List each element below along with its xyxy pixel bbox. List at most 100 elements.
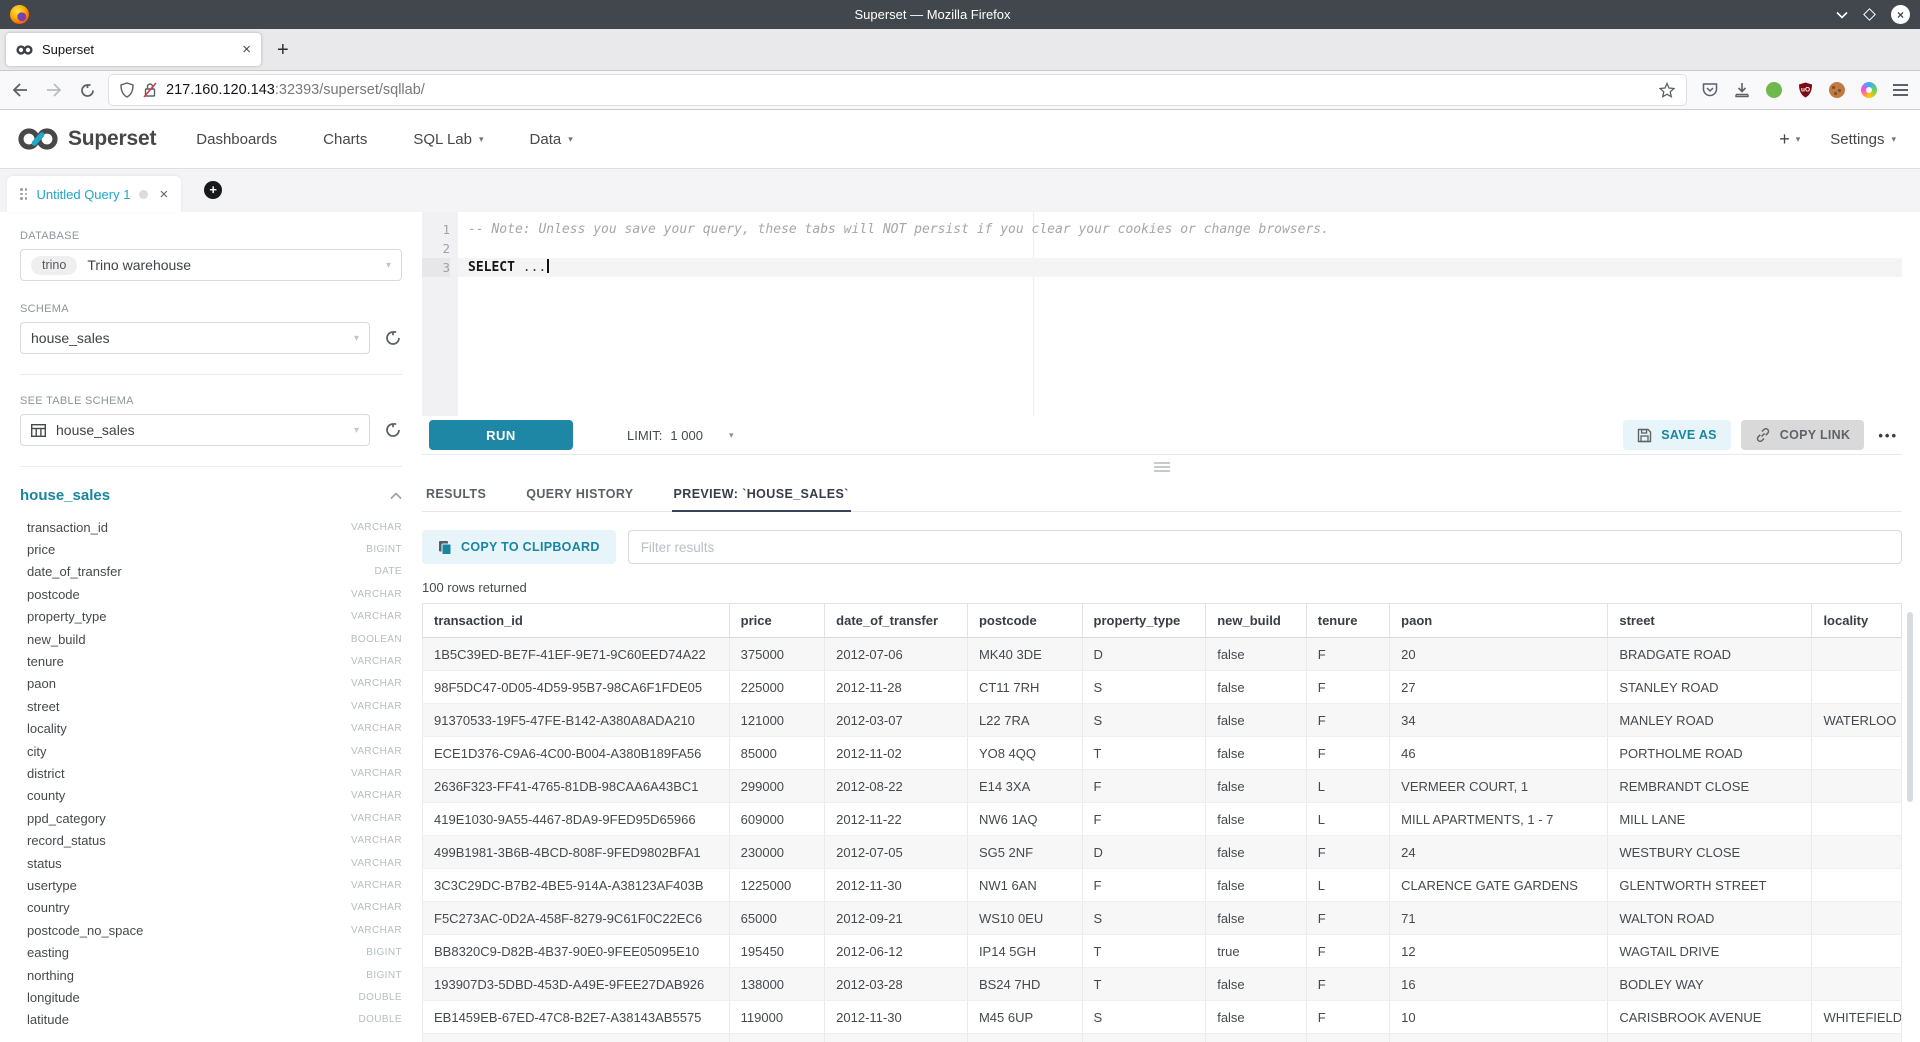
browser-tab-close-icon[interactable]: × — [242, 42, 251, 57]
query-tab[interactable]: Untitled Query 1 × — [7, 176, 181, 212]
save-as-button[interactable]: SAVE AS — [1623, 420, 1731, 450]
table-cell: 1B5C39ED-BE7F-41EF-9E71-9C60EED74A22 — [423, 638, 730, 671]
url-text[interactable]: 217.160.120.143:32393/superset/sqllab/ — [166, 82, 1650, 98]
window-close-button[interactable]: × — [1891, 5, 1910, 24]
tab-preview-house-sales[interactable]: PREVIEW: `HOUSE_SALES` — [672, 479, 851, 511]
superset-logo[interactable]: Superset — [16, 126, 156, 152]
table-cell: WESTBURY CLOSE — [1608, 836, 1812, 869]
forward-button[interactable] — [46, 83, 62, 97]
table-cell: 2012-07-05 — [825, 836, 968, 869]
schema-select[interactable]: house_sales ▾ — [20, 322, 370, 354]
nav-item-charts[interactable]: Charts — [323, 131, 367, 148]
drag-handle-icon[interactable] — [20, 188, 28, 200]
more-actions-button[interactable]: ••• — [1874, 428, 1902, 443]
schema-column-row: localityVARCHAR — [20, 718, 402, 740]
superset-favicon-icon — [16, 44, 33, 56]
url-bar[interactable]: 217.160.120.143:32393/superset/sqllab/ — [109, 75, 1686, 105]
table-schema-title[interactable]: house_sales — [20, 487, 110, 504]
column-type: VARCHAR — [351, 880, 402, 891]
line-number: 2 — [422, 239, 450, 258]
table-cell: EB1459EB-67ED-47C8-B2E7-A38143AB5575 — [423, 1001, 730, 1034]
column-header-street[interactable]: street — [1608, 604, 1812, 638]
table-cell: F — [1082, 770, 1206, 803]
nav-item-sql-lab[interactable]: SQL Lab▾ — [413, 131, 483, 148]
new-browser-tab-button[interactable]: + — [277, 40, 289, 60]
column-header-price[interactable]: price — [729, 604, 825, 638]
schema-label: SCHEMA — [20, 303, 402, 315]
menu-icon[interactable] — [1893, 84, 1908, 96]
table-cell: MILL LANE — [1608, 803, 1812, 836]
collapse-chevron-icon[interactable] — [390, 492, 402, 500]
nav-item-label: Dashboards — [196, 131, 277, 148]
filter-results-input[interactable] — [628, 530, 1902, 564]
refresh-table-icon[interactable] — [384, 421, 402, 439]
column-name: new_build — [27, 632, 86, 647]
table-cell: false — [1206, 836, 1307, 869]
refresh-schema-icon[interactable] — [384, 329, 402, 347]
column-header-date-of-transfer[interactable]: date_of_transfer — [825, 604, 968, 638]
nav-item-dashboards[interactable]: Dashboards — [196, 131, 277, 148]
downloads-icon[interactable] — [1734, 82, 1750, 98]
pane-resize-handle[interactable] — [422, 455, 1902, 479]
shield-icon[interactable] — [120, 82, 134, 98]
column-header-new-build[interactable]: new_build — [1206, 604, 1307, 638]
bookmark-star-icon[interactable] — [1659, 82, 1675, 98]
column-header-transaction-id[interactable]: transaction_id — [423, 604, 730, 638]
caret-down-icon: ▾ — [479, 134, 484, 145]
column-header-property-type[interactable]: property_type — [1082, 604, 1206, 638]
table-cell: 3C3C29DC-B7B2-4BE5-914A-A38123AF403B — [423, 869, 730, 902]
tab-query-history[interactable]: QUERY HISTORY — [524, 479, 635, 511]
database-select[interactable]: trino Trino warehouse ▾ — [20, 249, 402, 281]
back-button[interactable] — [12, 83, 28, 97]
run-button[interactable]: RUN — [429, 420, 573, 450]
table-cell: 91370533-19F5-47FE-B142-A380A8ADA210 — [423, 704, 730, 737]
copy-to-clipboard-label: COPY TO CLIPBOARD — [461, 540, 600, 554]
results-scrollbar[interactable] — [1907, 612, 1913, 802]
insecure-lock-icon[interactable] — [143, 82, 157, 98]
column-header-paon[interactable]: paon — [1390, 604, 1608, 638]
editor-code-area[interactable]: -- Note: Unless you save your query, the… — [458, 212, 1902, 416]
table-select[interactable]: house_sales ▾ — [20, 414, 370, 446]
browser-tab[interactable]: Superset × — [6, 33, 261, 66]
table-cell: S — [1082, 902, 1206, 935]
schema-column-row: ppd_categoryVARCHAR — [20, 807, 402, 829]
table-cell: 2012-11-22 — [825, 803, 968, 836]
column-header-tenure[interactable]: tenure — [1306, 604, 1389, 638]
copy-to-clipboard-button[interactable]: COPY TO CLIPBOARD — [422, 530, 616, 564]
table-cell: MANLEY ROAD — [1608, 704, 1812, 737]
privacy-badger-icon[interactable] — [1766, 82, 1782, 98]
column-name: street — [27, 699, 60, 714]
table-cell: L — [1306, 770, 1389, 803]
tab-results[interactable]: RESULTS — [424, 479, 488, 511]
window-minimize-button[interactable] — [1836, 11, 1848, 19]
window-maximize-button[interactable] — [1863, 8, 1876, 21]
nav-item-data[interactable]: Data▾ — [530, 131, 573, 148]
query-tab-close-icon[interactable]: × — [159, 187, 168, 202]
pocket-icon[interactable] — [1702, 82, 1718, 98]
copy-link-button[interactable]: COPY LINK — [1741, 420, 1865, 450]
tab-label: RESULTS — [426, 487, 486, 501]
sql-editor[interactable]: 1 2 3 -- Note: Unless you save your quer… — [422, 212, 1902, 416]
cookie-icon[interactable] — [1829, 82, 1845, 98]
container-icon[interactable] — [1861, 82, 1877, 98]
add-new-button[interactable]: +▾ — [1779, 129, 1800, 150]
south-pane-tabs: RESULTS QUERY HISTORY PREVIEW: `HOUSE_SALE… — [422, 479, 1902, 512]
column-header-locality[interactable]: locality — [1812, 604, 1902, 638]
add-query-tab-button[interactable]: + — [204, 181, 222, 199]
table-row: 1B5C39ED-BE7F-41EF-9E71-9C60EED74A223750… — [423, 638, 1902, 671]
settings-menu[interactable]: Settings▾ — [1830, 131, 1896, 148]
reload-button[interactable] — [80, 83, 95, 98]
column-name: usertype — [27, 878, 77, 893]
column-header-postcode[interactable]: postcode — [967, 604, 1082, 638]
table-cell: 2012-08-22 — [825, 770, 968, 803]
table-cell: false — [1206, 803, 1307, 836]
table-row: 193907D3-5DBD-453D-A49E-9FEE27DAB9261380… — [423, 968, 1902, 1001]
caret-down-icon: ▾ — [354, 425, 359, 436]
limit-dropdown[interactable]: LIMIT: 1 000 ▾ — [627, 428, 733, 443]
schema-column-row: date_of_transferDATE — [20, 561, 402, 583]
table-cell: BB8320C9-D82B-4B37-90E0-9FEE05095E10 — [423, 935, 730, 968]
column-name: postcode_no_space — [27, 923, 143, 938]
schema-column-row: districtVARCHAR — [20, 762, 402, 784]
table-grid-icon — [31, 424, 46, 437]
ublock-icon[interactable]: uO — [1798, 82, 1813, 98]
